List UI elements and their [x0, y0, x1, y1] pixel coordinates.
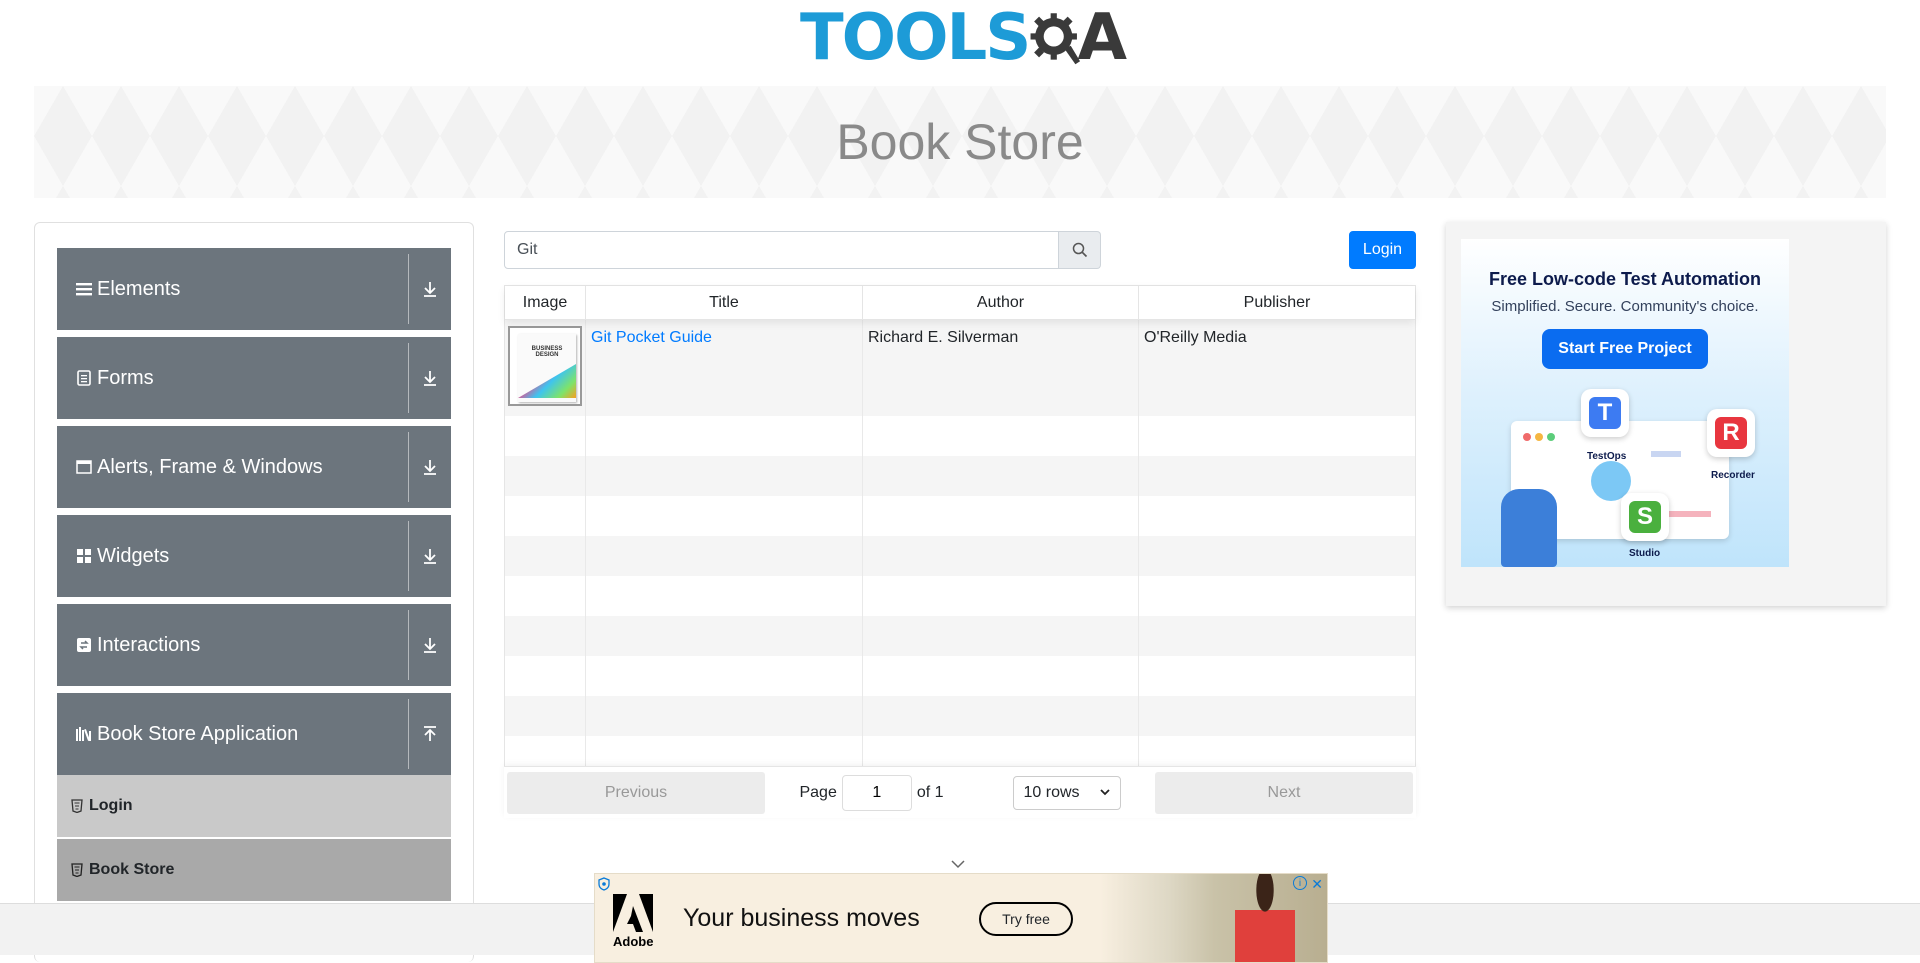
page-jump: Page of 1 — [799, 774, 944, 811]
next-button[interactable]: Next — [1155, 771, 1413, 814]
login-button[interactable]: Login — [1349, 231, 1416, 269]
sidebar-item-label: Book Store — [89, 861, 175, 878]
sidebar-group-alerts[interactable]: Alerts, Frame & Windows — [57, 426, 451, 508]
book-image-cell: BUSINESS DESIGN — [505, 320, 586, 416]
html5-icon — [71, 863, 83, 877]
column-header-author[interactable]: Author — [863, 286, 1139, 319]
page-total-label: of 1 — [916, 783, 944, 801]
robot-illustration — [1501, 489, 1557, 567]
adobe-ad-banner[interactable]: Adobe Your business moves Try free i ✕ — [594, 873, 1328, 963]
interactions-icon — [75, 636, 93, 654]
table-row-empty — [505, 656, 1415, 696]
close-icon[interactable]: ✕ — [1311, 876, 1323, 893]
search-input[interactable] — [504, 231, 1059, 269]
adchoices-shield-icon — [598, 877, 610, 891]
search-button[interactable] — [1059, 231, 1101, 269]
sidebar-group-label: Elements — [97, 277, 181, 300]
column-header-publisher[interactable]: Publisher — [1139, 286, 1415, 319]
sidebar-group-label: Interactions — [97, 633, 201, 656]
sidebar-group-book-store-application[interactable]: Book Store Application — [57, 693, 451, 775]
table-row-empty — [505, 576, 1415, 616]
try-free-button[interactable]: Try free — [979, 902, 1073, 936]
ad-headline: Your business moves — [683, 904, 920, 932]
table-row-empty — [505, 616, 1415, 656]
ad-person-image — [1235, 874, 1295, 962]
book-title-cell: Git Pocket Guide — [586, 320, 863, 416]
katalon-ad[interactable]: Free Low-code Test Automation Simplified… — [1461, 239, 1789, 567]
testops-icon: T — [1581, 389, 1629, 437]
book-title-link[interactable]: Git Pocket Guide — [591, 329, 712, 346]
chevron-down-icon — [1099, 789, 1110, 796]
rows-per-page-select[interactable]: 10 rows — [1012, 775, 1121, 810]
ad-label-testops: TestOps — [1587, 451, 1627, 462]
column-header-image[interactable]: Image — [505, 286, 586, 319]
sidebar-group-label: Forms — [97, 366, 154, 389]
download-arrow-icon[interactable] — [409, 280, 451, 298]
sidebar-group-forms[interactable]: Forms — [57, 337, 451, 419]
page-banner: Book Store — [34, 86, 1886, 198]
form-icon — [75, 369, 93, 387]
book-author-cell: Richard E. Silverman — [863, 320, 1139, 416]
table-row-empty — [505, 416, 1415, 456]
left-sidebar: Elements Forms Alerts, Frame & Windows W… — [34, 222, 474, 962]
pagination-center: Page of 1 10 rows — [765, 774, 1155, 811]
advertisement-panel: Free Low-code Test Automation Simplified… — [1446, 222, 1886, 606]
table-row: BUSINESS DESIGN Git Pocket Guide Richard… — [505, 320, 1415, 416]
sidebar-group-interactions[interactable]: Interactions — [57, 604, 451, 686]
table-row-empty — [505, 536, 1415, 576]
book-cover-image: BUSINESS DESIGN — [508, 326, 582, 406]
sidebar-group-label: Widgets — [97, 544, 170, 567]
gear-magnifier-icon — [1030, 13, 1081, 65]
adobe-logo-icon — [613, 894, 653, 937]
start-free-project-button[interactable]: Start Free Project — [1542, 329, 1708, 369]
info-icon[interactable]: i — [1293, 876, 1307, 890]
sidebar-group-widgets[interactable]: Widgets — [57, 515, 451, 597]
pagination-bar: Previous Page of 1 10 rows Next — [504, 766, 1416, 818]
sidebar-item-label: Login — [89, 797, 133, 814]
sidebar-group-label: Book Store Application — [97, 722, 299, 745]
window-icon — [75, 458, 93, 476]
page-label: Page — [799, 783, 837, 801]
page-title: Book Store — [836, 114, 1084, 170]
recorder-icon: R — [1707, 409, 1755, 457]
search-bar — [504, 231, 1101, 269]
books-table: Image Title Author Publisher BUSINESS DE… — [504, 285, 1416, 818]
sidebar-group-label: Alerts, Frame & Windows — [97, 455, 323, 478]
book-publisher-cell: O'Reilly Media — [1144, 329, 1247, 346]
sidebar-group-elements[interactable]: Elements — [57, 248, 451, 330]
list-icon — [75, 280, 93, 298]
toolsqa-logo[interactable]: TOOLS QAA — [800, 1, 1127, 75]
logo-text: TOOLS — [800, 1, 1031, 75]
sidebar-item-login[interactable]: Login — [57, 775, 451, 837]
upload-arrow-icon[interactable] — [409, 725, 451, 743]
widgets-icon — [75, 547, 93, 565]
table-row-empty — [505, 496, 1415, 536]
ad-label-recorder: Recorder — [1711, 470, 1755, 481]
ad-brand: Adobe — [613, 934, 654, 949]
books-icon — [75, 725, 93, 743]
download-arrow-icon[interactable] — [409, 636, 451, 654]
previous-button[interactable]: Previous — [507, 771, 765, 814]
sidebar-item-book-store[interactable]: Book Store — [57, 839, 451, 901]
download-arrow-icon[interactable] — [409, 458, 451, 476]
table-row-empty — [505, 456, 1415, 496]
logo-text-qa: QAA — [1077, 1, 1127, 75]
chevron-down-icon[interactable] — [950, 856, 966, 874]
column-header-title[interactable]: Title — [586, 286, 863, 319]
page-number-input[interactable] — [841, 774, 912, 811]
ad-label-studio: Studio — [1629, 548, 1661, 559]
rows-per-page-value: 10 rows — [1023, 783, 1080, 801]
ad-subtitle: Simplified. Secure. Community's choice. — [1491, 298, 1759, 315]
ad-title: Free Low-code Test Automation — [1488, 269, 1761, 289]
html5-icon — [71, 799, 83, 813]
table-header: Image Title Author Publisher — [505, 286, 1415, 320]
search-icon — [1072, 242, 1087, 258]
table-row-empty — [505, 696, 1415, 736]
download-arrow-icon[interactable] — [409, 547, 451, 565]
studio-icon: S — [1621, 493, 1669, 541]
download-arrow-icon[interactable] — [409, 369, 451, 387]
